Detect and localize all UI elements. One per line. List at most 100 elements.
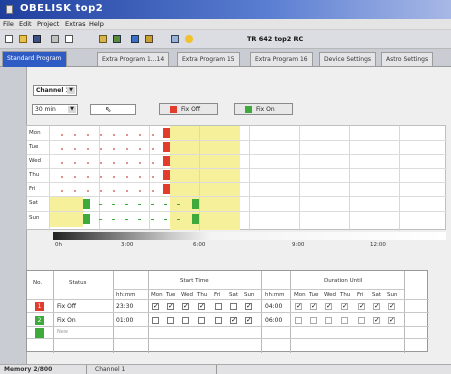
dur-day-header-thu: Thu	[340, 292, 351, 298]
row-1-start-sat-checkbox[interactable]	[230, 303, 237, 310]
row-1-until-tue-checkbox[interactable]	[310, 302, 317, 310]
save-icon[interactable]	[31, 33, 43, 45]
new-row-marker	[35, 328, 44, 338]
row-1-start-wed-checkbox[interactable]	[182, 302, 189, 310]
start-day-header-tue: Tue	[166, 292, 176, 298]
fix-off-marker-wed[interactable]	[163, 156, 170, 166]
device-icon[interactable]	[111, 33, 123, 45]
start-day-header-thu: Thu	[197, 292, 208, 298]
fix-off-label: Fix Off	[181, 106, 200, 113]
transfer-icon[interactable]	[97, 33, 109, 45]
row-1-until-sun-checkbox[interactable]	[388, 302, 395, 310]
row-2-start-fri-checkbox[interactable]	[215, 317, 222, 324]
time-tick-3: 3:00	[121, 242, 134, 248]
channel-select-value: Channel 1	[36, 87, 70, 94]
start-day-header-wed: Wed	[181, 292, 193, 298]
row-1-start-sun-checkbox[interactable]	[245, 302, 252, 310]
menu-edit[interactable]: Edit	[19, 20, 32, 28]
weekly-schedule-grid[interactable]: Mon Tue Wed Thu Fri Sat Sun	[26, 125, 447, 231]
row-1-until-mon-checkbox[interactable]	[295, 302, 302, 310]
row-number-1: 1	[35, 302, 44, 311]
new-file-icon[interactable]	[3, 33, 15, 45]
menu-help[interactable]: Help	[89, 20, 104, 28]
tab-device-settings[interactable]: Device Settings	[319, 52, 377, 66]
row-1-start-mon-checkbox[interactable]	[152, 302, 159, 310]
row-1-until-thu-checkbox[interactable]	[341, 302, 348, 310]
start-day-header-sat: Sat	[229, 292, 239, 298]
row-1-until-wed-checkbox[interactable]	[325, 302, 332, 310]
tab-astro-settings[interactable]: Astro Settings	[381, 52, 434, 66]
cursor-icon: ⇖	[105, 105, 112, 114]
fix-on-start-sat[interactable]	[83, 199, 90, 209]
fix-on-start-sun[interactable]	[83, 214, 90, 224]
row-2-until-sat-checkbox[interactable]	[373, 316, 380, 324]
menu-file[interactable]: File	[3, 20, 14, 28]
menu-extras[interactable]: Extras	[65, 20, 86, 28]
row-1-until-sat-checkbox[interactable]	[373, 302, 380, 310]
row-1-start-time[interactable]: 23:30	[116, 303, 133, 310]
fix-on-end-sun[interactable]	[192, 214, 199, 224]
program-table[interactable]: No. Status Start Time Duration Until hh:…	[26, 270, 429, 353]
row-1-until-time[interactable]: 04:00	[265, 303, 282, 310]
tab-extra-program-16[interactable]: Extra Program 16	[250, 52, 313, 66]
new-row-label[interactable]: New	[57, 329, 68, 335]
write-device-icon[interactable]	[143, 33, 155, 45]
dur-day-header-sat: Sat	[372, 292, 382, 298]
row-2-start-wed-checkbox[interactable]	[182, 317, 189, 324]
red-marker-icon	[170, 106, 177, 113]
row-1-start-fri-checkbox[interactable]	[215, 303, 222, 310]
time-tick-9: 9:00	[292, 242, 305, 248]
open-folder-icon[interactable]	[17, 33, 29, 45]
row-1-until-fri-checkbox[interactable]	[358, 302, 365, 310]
fix-off-marker-tue[interactable]	[163, 142, 170, 152]
row-1-start-thu-checkbox[interactable]	[198, 302, 205, 310]
fix-off-marker-mon[interactable]	[163, 128, 170, 138]
row-2-status[interactable]: Fix On	[57, 317, 76, 324]
row-2-start-sat-checkbox[interactable]	[230, 316, 237, 324]
header-duration-until: Duration Until	[324, 278, 363, 284]
row-1-status[interactable]: Fix Off	[57, 303, 76, 310]
dur-day-header-tue: Tue	[309, 292, 319, 298]
channel-status: Channel 1	[95, 366, 126, 373]
channel-select[interactable]: Channel 1 ▼	[33, 85, 77, 96]
row-number-2: 2	[35, 316, 44, 325]
tab-extra-program-15[interactable]: Extra Program 15	[177, 52, 240, 66]
interval-select[interactable]: 30 min ▼	[32, 104, 78, 115]
fix-on-button[interactable]: Fix On	[234, 103, 293, 115]
row-2-until-time[interactable]: 06:00	[265, 317, 282, 324]
row-1-start-tue-checkbox[interactable]	[167, 302, 174, 310]
fix-off-marker-fri[interactable]	[163, 184, 170, 194]
connect-icon[interactable]	[169, 33, 181, 45]
fix-on-end-sat[interactable]	[192, 199, 199, 209]
row-2-until-tue-checkbox[interactable]	[310, 317, 317, 324]
chevron-down-icon: ▼	[67, 87, 75, 94]
print-preview-icon[interactable]	[63, 33, 75, 45]
row-2-until-mon-checkbox[interactable]	[295, 317, 302, 324]
row-2-start-tue-checkbox[interactable]	[167, 317, 174, 324]
astro-icon[interactable]	[183, 33, 195, 45]
fix-off-marker-thu[interactable]	[163, 170, 170, 180]
time-tick-0h: 0h	[55, 242, 62, 248]
sat-sun-early-zone	[49, 197, 83, 227]
row-2-start-mon-checkbox[interactable]	[152, 317, 159, 324]
start-day-header-sun: Sun	[244, 292, 255, 298]
day-label-tue: Tue	[29, 144, 39, 150]
header-start-time: Start Time	[180, 278, 209, 284]
row-2-until-sun-checkbox[interactable]	[388, 316, 395, 324]
row-2-until-fri-checkbox[interactable]	[358, 317, 365, 324]
dur-day-header-wed: Wed	[324, 292, 336, 298]
read-device-icon[interactable]	[129, 33, 141, 45]
pointer-tool-field[interactable]: ⇖	[90, 104, 136, 115]
tab-extra-program-1-14[interactable]: Extra Program 1...14	[97, 52, 170, 66]
row-2-start-time[interactable]: 01:00	[116, 317, 133, 324]
row-2-start-sun-checkbox[interactable]	[245, 316, 252, 324]
menu-bar: File Edit Project Extras Help	[0, 19, 451, 30]
tab-standard-program[interactable]: Standard Program	[2, 51, 67, 67]
row-2-until-wed-checkbox[interactable]	[325, 317, 332, 324]
menu-project[interactable]: Project	[37, 20, 59, 28]
row-2-until-thu-checkbox[interactable]	[341, 317, 348, 324]
toolbar: TR 642 top2 RC	[0, 30, 451, 49]
row-2-start-thu-checkbox[interactable]	[198, 317, 205, 324]
print-icon[interactable]	[49, 33, 61, 45]
fix-off-button[interactable]: Fix Off	[159, 103, 218, 115]
